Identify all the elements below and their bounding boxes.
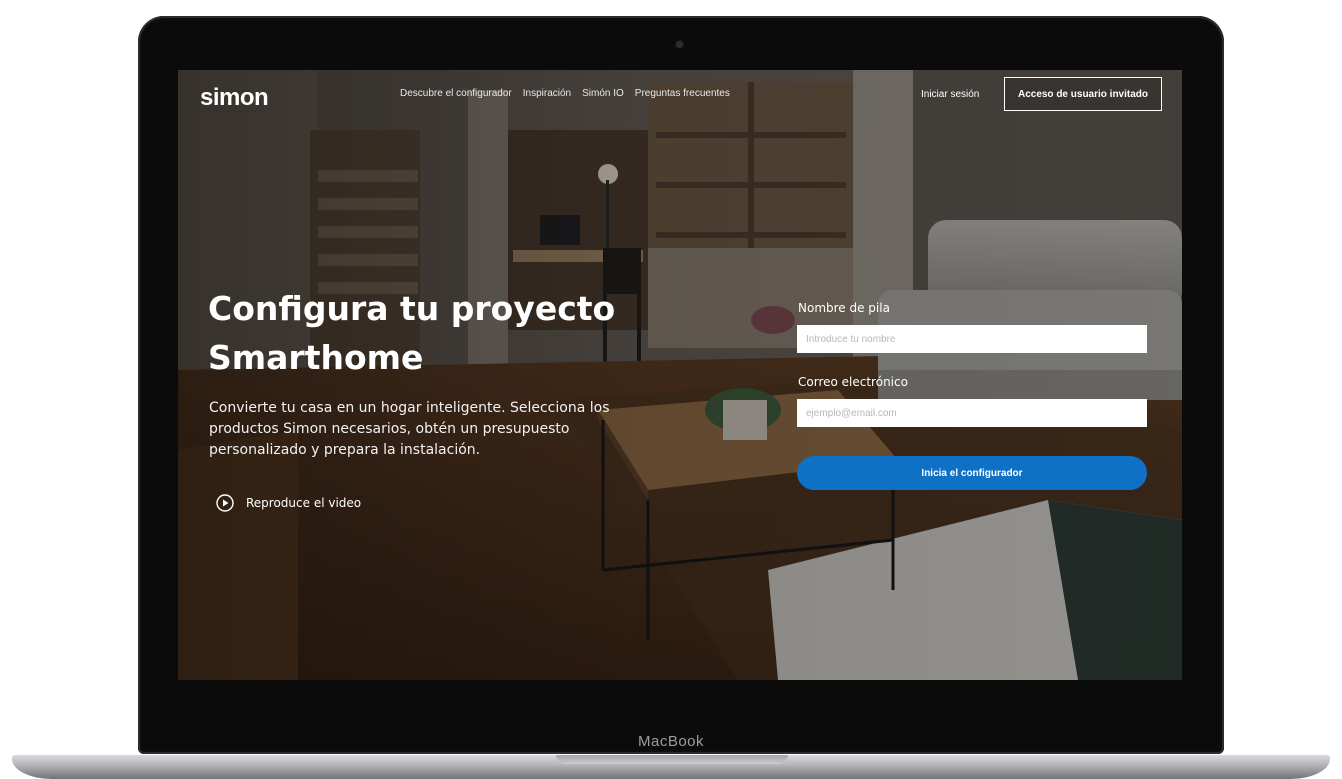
login-link[interactable]: Iniciar sesión xyxy=(921,89,979,100)
stage: simon Descubre el configurador Inspiraci… xyxy=(0,0,1342,779)
start-configurator-button[interactable]: Inicia el configurador xyxy=(797,456,1147,490)
nav-link-faq[interactable]: Preguntas frecuentes xyxy=(635,88,730,99)
nav-link-inspiracion[interactable]: Inspiración xyxy=(523,88,571,99)
device-chin-label: MacBook xyxy=(637,733,705,750)
laptop-base-notch xyxy=(556,755,788,764)
play-video-label: Reproduce el video xyxy=(246,496,362,510)
guest-access-button[interactable]: Acceso de usuario invitado xyxy=(1004,77,1162,111)
hero-description: Convierte tu casa en un hogar inteligent… xyxy=(209,400,610,458)
email-field-label: Correo electrónico xyxy=(798,375,908,389)
top-nav: Descubre el configurador Inspiración Sim… xyxy=(400,88,730,99)
nav-link-simon-io[interactable]: Simón IO xyxy=(582,88,624,99)
email-input[interactable] xyxy=(797,399,1147,427)
camera-icon xyxy=(676,41,683,48)
brand-logo[interactable]: simon xyxy=(200,84,269,112)
name-field-label: Nombre de pila xyxy=(798,301,890,315)
play-video-link[interactable]: Reproduce el video xyxy=(216,494,361,512)
hero-title: Configura tu proyecto Smarthome xyxy=(208,289,616,377)
nav-link-configurador[interactable]: Descubre el configurador xyxy=(400,88,512,99)
name-input[interactable] xyxy=(797,325,1147,353)
play-circle-icon xyxy=(216,494,234,512)
laptop-screen: simon Descubre el configurador Inspiraci… xyxy=(178,70,1182,680)
